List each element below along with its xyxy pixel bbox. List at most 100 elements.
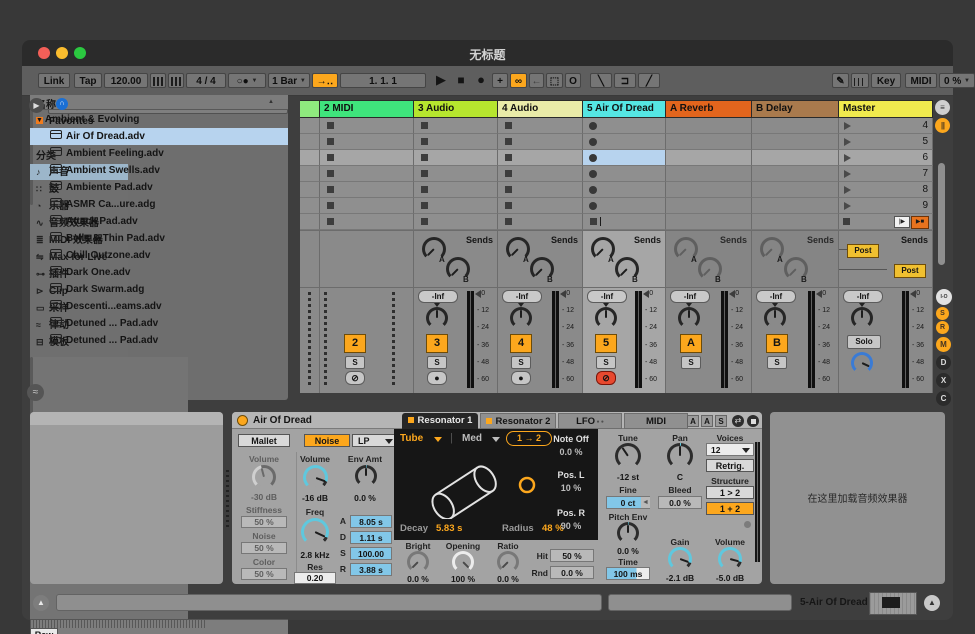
mallet-param-value[interactable]: 50 % — [241, 568, 287, 580]
adsr-r-value[interactable]: 3.88 s — [350, 563, 392, 576]
file-row[interactable]: Ambient Feeling.adv — [30, 145, 288, 162]
stop-clips-slot[interactable] — [752, 214, 839, 230]
clip-slot[interactable] — [414, 150, 498, 166]
note-off-value[interactable]: 0.0 % — [544, 447, 598, 457]
volume-fader-handle[interactable] — [910, 290, 916, 298]
tempo-field[interactable]: 120.00 — [104, 73, 148, 88]
return-activator[interactable]: B — [766, 334, 788, 353]
solo-button[interactable]: S — [511, 356, 531, 369]
file-row[interactable]: Ambiente Pad.adv — [30, 179, 288, 196]
clip-slot[interactable]: 8 — [839, 182, 933, 198]
follow-button[interactable]: →‥ — [312, 73, 338, 88]
clip-slot[interactable] — [752, 182, 839, 198]
file-row[interactable]: Detuned ... Pad.adv — [30, 332, 288, 349]
clip-slot[interactable] — [498, 166, 583, 182]
device-chain-thumbnail[interactable] — [869, 592, 917, 615]
file-row[interactable]: Bells & Thin Pad.adv — [30, 230, 288, 247]
draw-mode-button[interactable]: ⬚ — [546, 73, 563, 88]
session-record-button[interactable]: ∞ — [510, 73, 527, 88]
adsr-d-value[interactable]: 1.11 s — [350, 531, 392, 544]
volume-display[interactable]: -Inf — [756, 290, 796, 303]
mixer-section-toggle-x[interactable]: X — [936, 373, 951, 388]
structure-serial-button[interactable]: 1 > 2 — [706, 486, 754, 499]
browser-collapse-icon[interactable]: ▶ — [29, 98, 44, 113]
mixer-toggle-icon[interactable]: ||| — [935, 118, 950, 133]
clip-slot[interactable] — [583, 134, 666, 150]
clip-slot[interactable] — [320, 134, 414, 150]
file-row[interactable]: Chill Outzone.adv — [30, 247, 288, 264]
tab-lfo[interactable]: LFO ● ● — [558, 413, 622, 429]
noise-button[interactable]: Noise — [304, 434, 350, 447]
solo-button[interactable]: S — [427, 356, 447, 369]
tab-resonator-1[interactable]: Resonator 1 — [402, 413, 478, 429]
clip-slot[interactable] — [498, 182, 583, 198]
fine-value[interactable]: 0 ct◄ — [606, 496, 650, 509]
effects-drop-area[interactable]: 在这里加载音频效果器 — [770, 412, 945, 584]
clip-slot[interactable] — [414, 166, 498, 182]
hot-swap-icon[interactable]: ⇄ — [732, 415, 744, 427]
scene-play-icon[interactable] — [844, 170, 851, 178]
tune-knob[interactable] — [615, 443, 641, 469]
clip-slot[interactable]: 9 — [839, 198, 933, 214]
clip-slot[interactable] — [414, 182, 498, 198]
stop-clips-slot[interactable] — [666, 214, 752, 230]
solo-button[interactable]: S — [767, 356, 787, 369]
stop-all-clips-button[interactable]: ▶■ — [911, 216, 929, 229]
device-chain-button[interactable]: A — [701, 415, 713, 427]
clip-slot[interactable] — [498, 198, 583, 214]
stop-clips-slot[interactable] — [583, 214, 666, 230]
return-activator[interactable]: A — [680, 334, 702, 353]
adsr-s-value[interactable]: 100.00 — [350, 547, 392, 560]
tap-tempo-button[interactable]: Tap — [74, 73, 102, 88]
clip-slot[interactable] — [666, 150, 752, 166]
track-header-b-delay[interactable]: B Delay — [752, 100, 839, 118]
clip-slot[interactable] — [752, 150, 839, 166]
track-header-5-air-of-dread[interactable]: 5 Air Of Dread — [583, 100, 666, 118]
headphone-preview-icon[interactable]: ∩ — [56, 98, 68, 110]
clip-slot[interactable] — [752, 198, 839, 214]
scene-play-icon[interactable] — [844, 202, 851, 210]
stop-clips-slot[interactable] — [300, 214, 320, 230]
clip-slot[interactable]: 6 — [839, 150, 933, 166]
send-a-post-button[interactable]: Post — [847, 244, 879, 258]
pan-knob[interactable] — [510, 307, 532, 329]
clip-slot[interactable] — [498, 134, 583, 150]
mallet-param-value[interactable]: 50 % — [241, 516, 287, 528]
clip-slot[interactable] — [320, 198, 414, 214]
folder-row-ambient-evolving[interactable]: ▼ Ambient & Evolving — [30, 111, 288, 128]
volume-fader-handle[interactable] — [560, 290, 566, 298]
volume-fader-handle[interactable] — [475, 290, 481, 298]
mixer-section-toggle-d[interactable]: D — [936, 355, 951, 370]
solo-button[interactable]: S — [681, 356, 701, 369]
link-button[interactable]: Link — [38, 73, 70, 88]
bright-knob[interactable] — [407, 551, 429, 573]
ratio-knob[interactable] — [497, 551, 519, 573]
track-header-2-midi[interactable]: 2 MIDI — [320, 100, 414, 118]
stop-clips-slot[interactable] — [498, 214, 583, 230]
stop-clips-slot[interactable] — [320, 214, 414, 230]
clip-slot[interactable] — [320, 150, 414, 166]
pan-knob[interactable] — [678, 307, 700, 329]
computer-midi-keyboard-icon[interactable] — [851, 73, 869, 88]
track-header-a-reverb[interactable]: A Reverb — [666, 100, 752, 118]
resonator-type-menu[interactable]: Tube — [400, 433, 423, 444]
preview-waveform[interactable] — [30, 620, 206, 628]
session-scrollbar[interactable] — [938, 163, 945, 265]
send-b-post-button[interactable]: Post — [894, 264, 926, 278]
mixer-section-toggle-m[interactable]: M — [936, 337, 951, 352]
mallet-volume-knob[interactable] — [252, 465, 276, 489]
midi-map-button[interactable]: MIDI — [905, 73, 937, 88]
tab-midi[interactable]: MIDI — [624, 413, 688, 429]
clip-slot[interactable] — [752, 134, 839, 150]
capture-midi-button[interactable]: + — [492, 73, 508, 88]
track-activator[interactable]: 5 — [595, 334, 617, 353]
tab-activator-icon[interactable] — [408, 417, 414, 423]
nudge-up-button[interactable] — [168, 73, 184, 88]
voices-count-menu[interactable]: 12 — [706, 443, 754, 456]
pos-r-value[interactable]: 90 % — [544, 521, 598, 531]
device-solo-button[interactable]: S — [715, 415, 727, 427]
file-row[interactable]: Dark One.adv — [30, 264, 288, 281]
time-signature-field[interactable]: 4 / 4 — [186, 73, 226, 88]
arrangement-position-field[interactable]: 1. 1. 1 — [340, 73, 426, 88]
volume-display[interactable]: -Inf — [670, 290, 710, 303]
